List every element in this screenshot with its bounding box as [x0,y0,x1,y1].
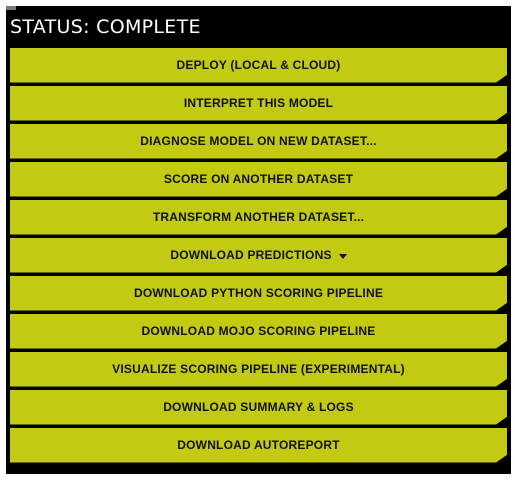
deploy-button-label: DEPLOY (LOCAL & CLOUD) [176,58,341,73]
experiment-status-panel: STATUS: COMPLETE DEPLOY (LOCAL & CLOUD) … [6,6,511,474]
visualize-pipeline-button-label: VISUALIZE SCORING PIPELINE (EXPERIMENTAL… [112,362,405,377]
visualize-pipeline-button[interactable]: VISUALIZE SCORING PIPELINE (EXPERIMENTAL… [10,352,507,387]
download-autoreport-button[interactable]: DOWNLOAD AUTOREPORT [10,428,507,463]
caret-down-icon [338,253,347,259]
download-autoreport-button-label: DOWNLOAD AUTOREPORT [177,438,340,453]
interpret-model-button-label: INTERPRET THIS MODEL [183,96,334,111]
panel-tab-marker [6,6,16,10]
download-python-pipeline-button-label: DOWNLOAD PYTHON SCORING PIPELINE [133,286,384,301]
transform-dataset-button[interactable]: TRANSFORM ANOTHER DATASET... [10,200,507,235]
action-button-list: DEPLOY (LOCAL & CLOUD) INTERPRET THIS MO… [10,48,507,466]
score-dataset-button-label: SCORE ON ANOTHER DATASET [163,172,354,187]
download-summary-logs-button-label: DOWNLOAD SUMMARY & LOGS [163,400,354,415]
download-mojo-pipeline-button[interactable]: DOWNLOAD MOJO SCORING PIPELINE [10,314,507,349]
diagnose-model-button-label: DIAGNOSE MODEL ON NEW DATASET... [140,134,377,149]
interpret-model-button[interactable]: INTERPRET THIS MODEL [10,86,507,121]
score-dataset-button[interactable]: SCORE ON ANOTHER DATASET [10,162,507,197]
download-python-pipeline-button[interactable]: DOWNLOAD PYTHON SCORING PIPELINE [10,276,507,311]
deploy-button[interactable]: DEPLOY (LOCAL & CLOUD) [10,48,507,83]
download-predictions-button[interactable]: DOWNLOAD PREDICTIONS [10,238,507,273]
diagnose-model-button[interactable]: DIAGNOSE MODEL ON NEW DATASET... [10,124,507,159]
download-mojo-pipeline-button-label: DOWNLOAD MOJO SCORING PIPELINE [141,324,376,339]
status-label: STATUS: COMPLETE [10,16,201,38]
download-predictions-button-label: DOWNLOAD PREDICTIONS [170,248,332,263]
transform-dataset-button-label: TRANSFORM ANOTHER DATASET... [152,210,365,225]
download-summary-logs-button[interactable]: DOWNLOAD SUMMARY & LOGS [10,390,507,425]
